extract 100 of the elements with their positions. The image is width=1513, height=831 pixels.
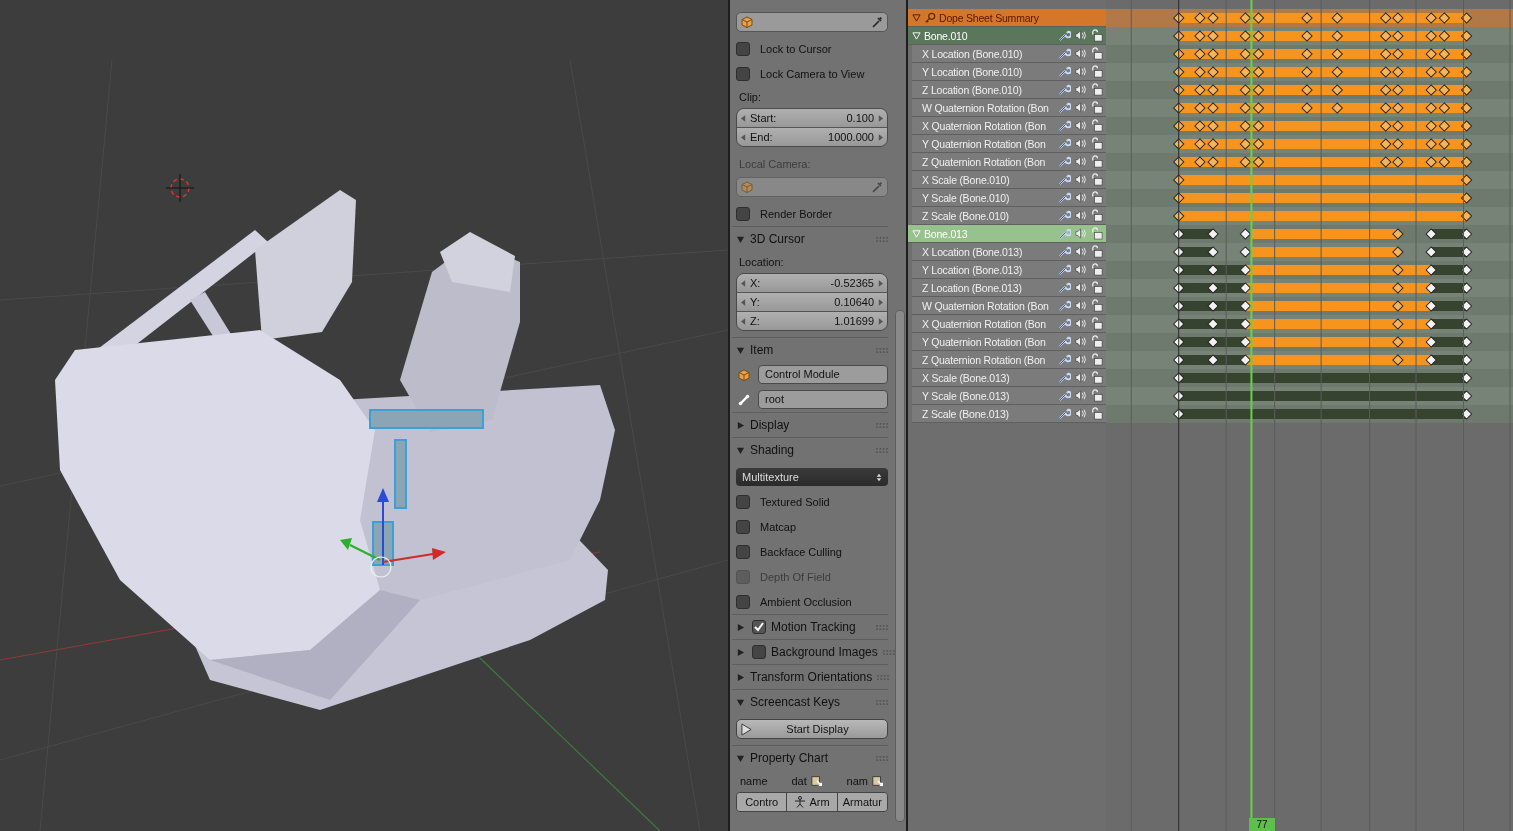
panel-title[interactable]: Display	[750, 418, 790, 432]
speaker-icon[interactable]	[1074, 209, 1087, 222]
expand-triangle-icon[interactable]	[736, 672, 745, 682]
padlock-icon[interactable]	[1090, 137, 1103, 150]
drag-grip-icon[interactable]	[876, 422, 888, 428]
channel-row[interactable]: X Scale (Bone.010)	[912, 171, 1106, 189]
wrench-icon[interactable]	[1058, 335, 1071, 348]
chart-cell[interactable]: Armatur	[837, 793, 887, 811]
drag-grip-icon[interactable]	[876, 447, 888, 453]
padlock-icon[interactable]	[1090, 245, 1103, 258]
channel-row[interactable]: X Quaternion Rotation (Bon	[912, 315, 1106, 333]
wrench-icon[interactable]	[1058, 245, 1071, 258]
scrollbar-thumb[interactable]	[895, 310, 905, 822]
drag-grip-icon[interactable]	[876, 347, 888, 353]
number-field[interactable]: Y: 0.10640	[737, 293, 887, 312]
group-row[interactable]: Bone.010	[908, 27, 1106, 45]
channel-row[interactable]: Z Scale (Bone.013)	[912, 405, 1106, 423]
object-field[interactable]	[736, 12, 888, 32]
channel-row[interactable]: W Quaternion Rotation (Bon	[912, 99, 1106, 117]
speaker-icon[interactable]	[1074, 29, 1087, 42]
wrench-icon[interactable]	[1058, 47, 1071, 60]
speaker-icon[interactable]	[1074, 137, 1087, 150]
channel-row[interactable]: X Quaternion Rotation (Bon	[912, 117, 1106, 135]
decrement-arrow-icon[interactable]	[741, 317, 746, 325]
panel-title[interactable]: 3D Cursor	[750, 232, 805, 246]
collapse-triangle-icon[interactable]	[736, 445, 745, 455]
wrench-icon[interactable]	[1058, 281, 1071, 294]
speaker-icon[interactable]	[1074, 389, 1087, 402]
channel-row[interactable]: W Quaternion Rotation (Bon	[912, 297, 1106, 315]
collapse-triangle-icon[interactable]	[736, 753, 745, 763]
speaker-icon[interactable]	[1074, 353, 1087, 366]
panel-title[interactable]: Property Chart	[750, 751, 829, 765]
speaker-icon[interactable]	[1074, 371, 1087, 384]
wrench-icon[interactable]	[1058, 407, 1071, 420]
channel-row[interactable]: Z Location (Bone.010)	[912, 81, 1106, 99]
paste-icon[interactable]	[872, 775, 884, 787]
text-field[interactable]: Control Module	[758, 365, 888, 384]
checkbox[interactable]	[736, 544, 750, 559]
wrench-icon[interactable]	[1058, 371, 1071, 384]
channel-row[interactable]: Y Location (Bone.010)	[912, 63, 1106, 81]
start-display-button[interactable]: Start Display	[736, 719, 888, 739]
speaker-icon[interactable]	[1074, 83, 1087, 96]
padlock-icon[interactable]	[1090, 281, 1103, 294]
speaker-icon[interactable]	[1074, 281, 1087, 294]
checkbox[interactable]	[752, 620, 766, 634]
checkbox[interactable]	[736, 594, 750, 609]
wrench-icon[interactable]	[1058, 209, 1071, 222]
checkbox[interactable]	[736, 494, 750, 509]
padlock-icon[interactable]	[1090, 47, 1103, 60]
padlock-icon[interactable]	[1090, 317, 1103, 330]
collapse-triangle-icon[interactable]	[736, 697, 745, 707]
decrement-arrow-icon[interactable]	[741, 133, 746, 141]
panel-title[interactable]: Background Images	[771, 645, 878, 659]
checkbox[interactable]	[736, 41, 750, 56]
number-field[interactable]: Z: 1.01699	[737, 312, 887, 330]
chart-cell[interactable]: Contro	[737, 793, 788, 811]
checkbox[interactable]	[736, 66, 750, 81]
channel-row[interactable]: Y Quaternion Rotation (Bon	[912, 333, 1106, 351]
speaker-icon[interactable]	[1074, 299, 1087, 312]
group-row[interactable]: Bone.013	[908, 225, 1106, 243]
speaker-icon[interactable]	[1074, 317, 1087, 330]
padlock-icon[interactable]	[1090, 389, 1103, 402]
decrement-arrow-icon[interactable]	[741, 114, 746, 122]
collapse-triangle-icon[interactable]	[912, 13, 921, 22]
channel-row[interactable]: X Scale (Bone.013)	[912, 369, 1106, 387]
drag-grip-icon[interactable]	[876, 755, 888, 761]
wrench-icon[interactable]	[1058, 191, 1071, 204]
panel-title[interactable]: Item	[750, 343, 774, 357]
current-frame-label[interactable]: 77	[1249, 818, 1275, 831]
wrench-icon[interactable]	[1058, 119, 1071, 132]
increment-arrow-icon[interactable]	[878, 317, 883, 325]
wrench-icon[interactable]	[1058, 227, 1071, 240]
drag-grip-icon[interactable]	[876, 624, 888, 630]
speaker-icon[interactable]	[1074, 263, 1087, 276]
increment-arrow-icon[interactable]	[878, 133, 883, 141]
drag-grip-icon[interactable]	[877, 674, 890, 680]
wrench-icon[interactable]	[1058, 263, 1071, 276]
wrench-icon[interactable]	[1058, 317, 1071, 330]
decrement-arrow-icon[interactable]	[741, 279, 746, 287]
eyedropper-icon[interactable]	[871, 16, 883, 28]
wrench-icon[interactable]	[1058, 299, 1071, 312]
padlock-icon[interactable]	[1090, 263, 1103, 276]
wrench-icon[interactable]	[1058, 353, 1071, 366]
channel-row[interactable]: Z Scale (Bone.010)	[912, 207, 1106, 225]
padlock-icon[interactable]	[1090, 191, 1103, 204]
wrench-icon[interactable]	[1058, 155, 1071, 168]
padlock-icon[interactable]	[1090, 155, 1103, 168]
expand-triangle-icon[interactable]	[736, 420, 745, 430]
padlock-icon[interactable]	[1090, 209, 1103, 222]
padlock-icon[interactable]	[1090, 371, 1103, 384]
expand-triangle-icon[interactable]	[736, 622, 745, 632]
number-field[interactable]: Start: 0.100	[737, 109, 887, 128]
wrench-icon[interactable]	[1058, 29, 1071, 42]
summary-row[interactable]: Dope Sheet Summary	[908, 9, 1106, 27]
increment-arrow-icon[interactable]	[878, 279, 883, 287]
channel-row[interactable]: Z Quaternion Rotation (Bon	[912, 351, 1106, 369]
text-field[interactable]: root	[758, 390, 888, 409]
channel-row[interactable]: Y Quaternion Rotation (Bon	[912, 135, 1106, 153]
collapse-triangle-icon[interactable]	[736, 345, 745, 355]
speaker-icon[interactable]	[1074, 119, 1087, 132]
